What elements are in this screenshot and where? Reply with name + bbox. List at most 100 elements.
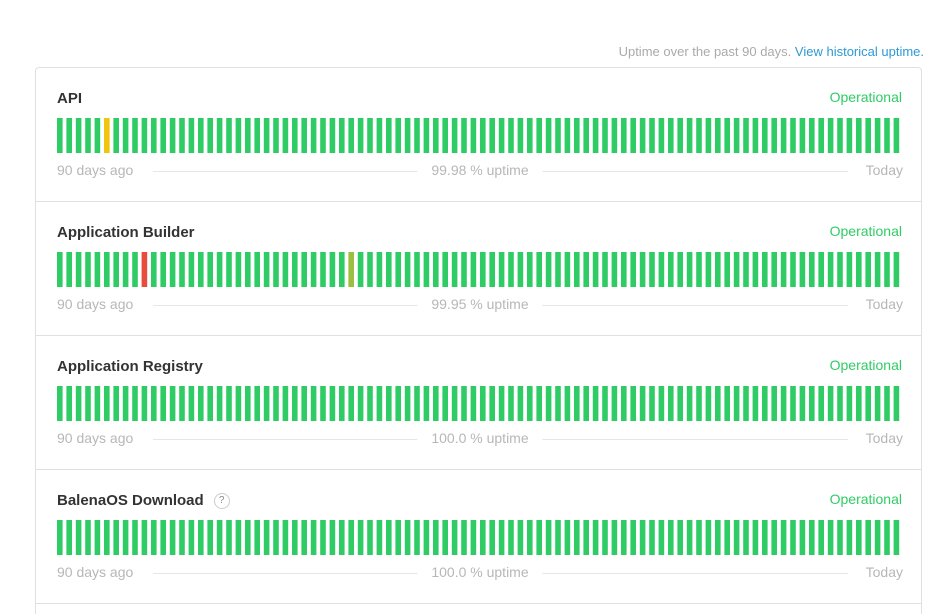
uptime-day-bar[interactable]: [132, 252, 138, 287]
uptime-day-bar[interactable]: [602, 520, 608, 555]
uptime-day-bar[interactable]: [846, 520, 853, 555]
uptime-day-bar[interactable]: [874, 118, 881, 153]
uptime-day-bar[interactable]: [790, 386, 796, 421]
uptime-day-bar[interactable]: [141, 252, 148, 287]
uptime-day-bar[interactable]: [122, 118, 129, 153]
uptime-day-bar[interactable]: [884, 118, 890, 153]
uptime-day-bar[interactable]: [527, 118, 533, 153]
uptime-day-bar[interactable]: [169, 386, 176, 421]
uptime-day-bar[interactable]: [545, 252, 552, 287]
uptime-day-bar[interactable]: [301, 252, 307, 287]
uptime-day-bar[interactable]: [329, 252, 336, 287]
uptime-day-bar[interactable]: [668, 252, 674, 287]
uptime-day-bar[interactable]: [348, 520, 354, 555]
uptime-day-bar[interactable]: [442, 252, 448, 287]
uptime-day-bar[interactable]: [762, 520, 768, 555]
uptime-day-bar[interactable]: [235, 118, 242, 153]
uptime-day-bar[interactable]: [301, 520, 307, 555]
uptime-day-bar[interactable]: [461, 386, 467, 421]
uptime-day-bar[interactable]: [809, 520, 815, 555]
uptime-day-bar[interactable]: [715, 118, 721, 153]
uptime-day-bar[interactable]: [169, 252, 176, 287]
uptime-day-bar[interactable]: [733, 252, 740, 287]
uptime-day-bar[interactable]: [451, 520, 458, 555]
uptime-day-bar[interactable]: [198, 118, 204, 153]
uptime-day-bar[interactable]: [461, 252, 467, 287]
uptime-day-bar[interactable]: [451, 252, 458, 287]
uptime-day-bar[interactable]: [282, 520, 289, 555]
uptime-day-bar[interactable]: [771, 386, 777, 421]
uptime-day-bar[interactable]: [85, 252, 91, 287]
uptime-day-bar[interactable]: [752, 118, 759, 153]
uptime-day-bar[interactable]: [357, 520, 364, 555]
view-historical-uptime-link[interactable]: View historical uptime.: [795, 44, 924, 59]
uptime-day-bar[interactable]: [602, 252, 608, 287]
uptime-day-bar[interactable]: [320, 118, 326, 153]
uptime-bars[interactable]: [57, 520, 903, 555]
uptime-day-bar[interactable]: [66, 252, 72, 287]
uptime-day-bar[interactable]: [292, 118, 298, 153]
uptime-day-bar[interactable]: [555, 520, 561, 555]
uptime-day-bar[interactable]: [282, 386, 289, 421]
uptime-day-bar[interactable]: [423, 520, 430, 555]
uptime-day-bar[interactable]: [292, 386, 298, 421]
uptime-day-bar[interactable]: [75, 386, 82, 421]
uptime-day-bar[interactable]: [696, 118, 702, 153]
uptime-day-bar[interactable]: [141, 118, 148, 153]
uptime-day-bar[interactable]: [564, 252, 571, 287]
uptime-day-bar[interactable]: [320, 386, 326, 421]
uptime-day-bar[interactable]: [508, 386, 514, 421]
uptime-bars[interactable]: [57, 252, 903, 287]
uptime-day-bar[interactable]: [104, 118, 110, 153]
uptime-day-bar[interactable]: [263, 252, 270, 287]
uptime-day-bar[interactable]: [574, 118, 580, 153]
uptime-day-bar[interactable]: [583, 520, 589, 555]
uptime-day-bar[interactable]: [216, 252, 223, 287]
uptime-day-bar[interactable]: [884, 386, 890, 421]
uptime-day-bar[interactable]: [639, 386, 646, 421]
uptime-day-bar[interactable]: [263, 520, 270, 555]
uptime-day-bar[interactable]: [329, 386, 336, 421]
uptime-day-bar[interactable]: [132, 520, 138, 555]
uptime-day-bar[interactable]: [621, 252, 627, 287]
uptime-day-bar[interactable]: [733, 386, 740, 421]
uptime-day-bar[interactable]: [423, 386, 430, 421]
uptime-day-bar[interactable]: [207, 252, 213, 287]
uptime-day-bar[interactable]: [245, 386, 251, 421]
uptime-day-bar[interactable]: [395, 252, 401, 287]
uptime-day-bar[interactable]: [104, 386, 110, 421]
uptime-day-bar[interactable]: [583, 386, 589, 421]
uptime-day-bar[interactable]: [715, 252, 721, 287]
uptime-day-bar[interactable]: [348, 252, 354, 287]
uptime-day-bar[interactable]: [254, 520, 260, 555]
uptime-day-bar[interactable]: [827, 386, 834, 421]
uptime-day-bar[interactable]: [724, 118, 730, 153]
uptime-day-bar[interactable]: [151, 252, 157, 287]
uptime-day-bar[interactable]: [179, 118, 185, 153]
uptime-day-bar[interactable]: [395, 118, 401, 153]
uptime-day-bar[interactable]: [339, 520, 345, 555]
uptime-day-bar[interactable]: [329, 118, 336, 153]
uptime-day-bar[interactable]: [207, 118, 213, 153]
uptime-day-bar[interactable]: [75, 520, 82, 555]
uptime-day-bar[interactable]: [677, 520, 683, 555]
uptime-bars[interactable]: [57, 386, 903, 421]
uptime-day-bar[interactable]: [668, 118, 674, 153]
uptime-day-bar[interactable]: [263, 386, 270, 421]
uptime-day-bar[interactable]: [527, 386, 533, 421]
uptime-day-bar[interactable]: [310, 118, 317, 153]
uptime-day-bar[interactable]: [292, 252, 298, 287]
uptime-day-bar[interactable]: [696, 520, 702, 555]
uptime-day-bar[interactable]: [386, 520, 392, 555]
uptime-day-bar[interactable]: [592, 118, 599, 153]
uptime-day-bar[interactable]: [179, 386, 185, 421]
uptime-day-bar[interactable]: [827, 118, 834, 153]
uptime-day-bar[interactable]: [874, 252, 881, 287]
uptime-day-bar[interactable]: [169, 118, 176, 153]
uptime-day-bar[interactable]: [611, 118, 618, 153]
uptime-day-bar[interactable]: [169, 520, 176, 555]
uptime-day-bar[interactable]: [799, 520, 806, 555]
uptime-day-bar[interactable]: [480, 520, 486, 555]
uptime-day-bar[interactable]: [254, 252, 260, 287]
uptime-day-bar[interactable]: [160, 118, 166, 153]
